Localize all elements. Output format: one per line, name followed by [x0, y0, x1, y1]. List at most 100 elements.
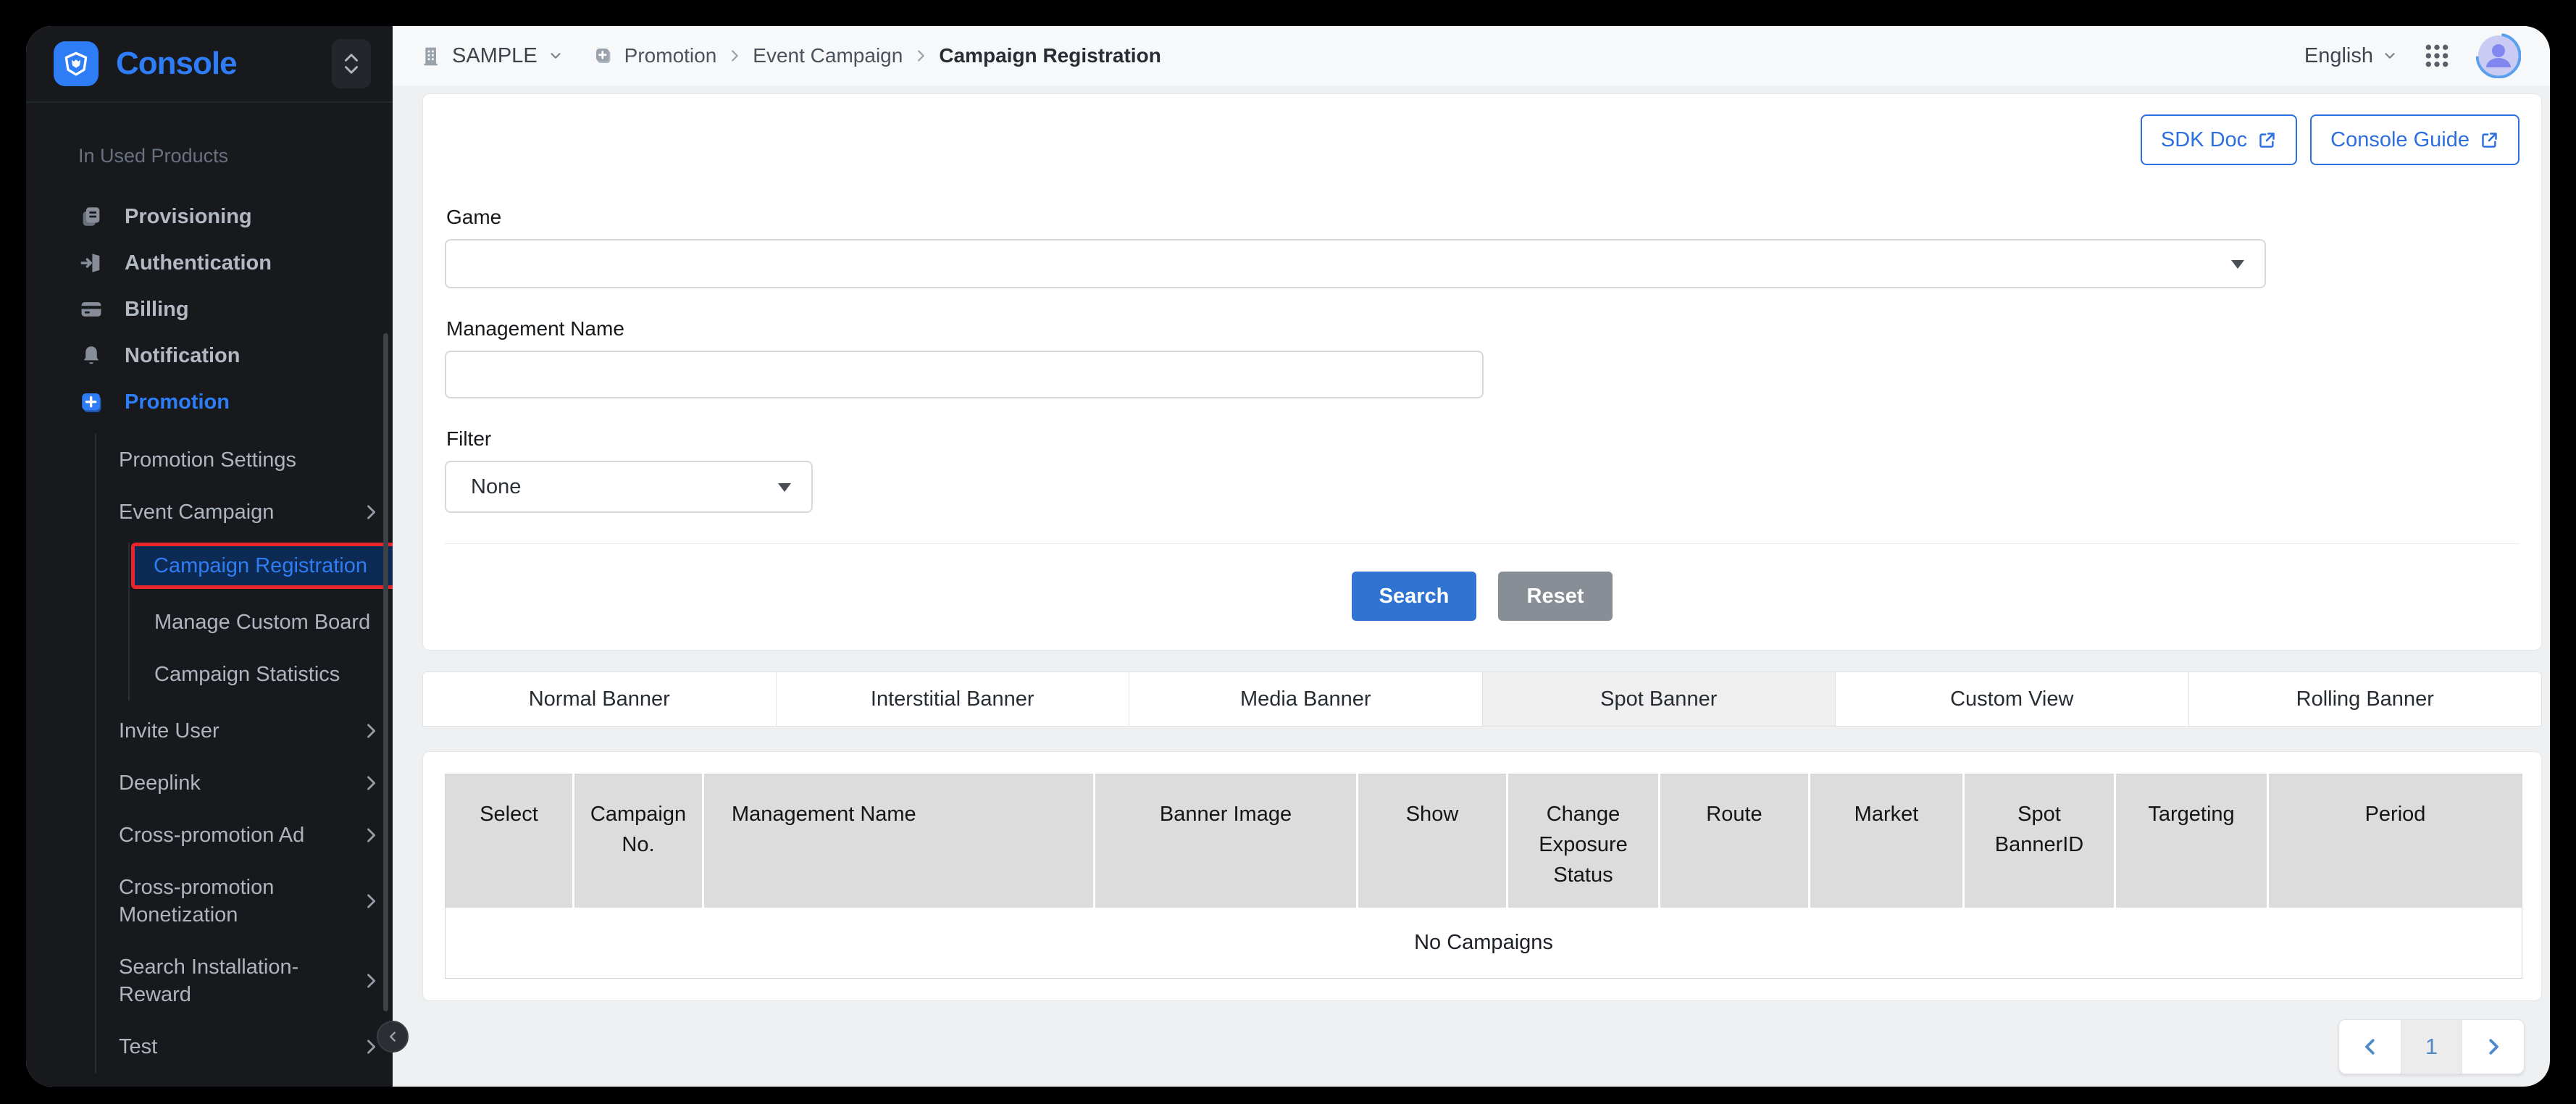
- search-panel: SDK Doc Console Guide Game Management Na…: [422, 93, 2542, 651]
- column-header: Banner Image: [1095, 774, 1358, 908]
- console-logo-icon: [54, 41, 99, 86]
- sidebar-item-label: Billing: [125, 298, 189, 322]
- language-selector[interactable]: English: [2304, 44, 2398, 68]
- filter-select[interactable]: None: [445, 461, 813, 513]
- sidebar-item-provisioning[interactable]: Provisioning: [26, 193, 393, 240]
- chevron-up-icon: [342, 51, 361, 64]
- sidebar-item-authentication[interactable]: Authentication: [26, 240, 393, 286]
- prev-page-button[interactable]: [2339, 1020, 2401, 1074]
- chevron-right-icon: [913, 48, 929, 64]
- doc-buttons-row: SDK Doc Console Guide: [445, 114, 2519, 165]
- column-header: Campaign No.: [574, 774, 703, 908]
- management-name-label: Management Name: [446, 317, 2519, 340]
- management-name-input[interactable]: [445, 351, 1484, 398]
- game-select[interactable]: [445, 239, 2266, 288]
- empty-row: No Campaigns: [446, 908, 2522, 979]
- chevron-right-icon: [361, 502, 381, 522]
- column-header: Market: [1810, 774, 1964, 908]
- sidebar-item-campaign-statistics[interactable]: Campaign Statistics: [154, 648, 393, 701]
- language-label: English: [2304, 44, 2373, 68]
- building-icon: [419, 44, 442, 67]
- chevron-down-icon: [2382, 48, 2398, 64]
- event-campaign-submenu: Campaign Registration Manage Custom Boar…: [128, 543, 393, 701]
- column-header: Change Exposure Status: [1507, 774, 1660, 908]
- sidebar-item-label: Provisioning: [125, 205, 252, 229]
- column-header: Targeting: [2115, 774, 2268, 908]
- sidebar-scrollbar[interactable]: [383, 333, 388, 1011]
- sidebar-toggle-button[interactable]: [377, 1021, 409, 1053]
- pagination-row: 1: [422, 1019, 2525, 1074]
- sidebar: Console In Used Products Provisioning Au…: [26, 26, 393, 1087]
- breadcrumb-item[interactable]: Event Campaign: [753, 44, 903, 67]
- workspace-selector[interactable]: SAMPLE: [419, 44, 564, 68]
- chevron-down-icon: [342, 64, 361, 77]
- sidebar-item-invite-user[interactable]: Invite User: [119, 705, 393, 757]
- chevron-down-icon: [548, 48, 564, 64]
- avatar[interactable]: [2476, 33, 2521, 78]
- sidebar-item-social[interactable]: Social: [26, 1084, 393, 1087]
- tab-custom-view[interactable]: Custom View: [1836, 672, 2189, 727]
- tab-rolling-banner[interactable]: Rolling Banner: [2189, 672, 2543, 727]
- dropdown-caret-icon: [2231, 260, 2244, 269]
- console-guide-button[interactable]: Console Guide: [2310, 114, 2519, 165]
- column-header: Select: [446, 774, 574, 908]
- page-number-current[interactable]: 1: [2401, 1020, 2462, 1074]
- column-header: Management Name: [703, 774, 1095, 908]
- sidebar-item-notification[interactable]: Notification: [26, 333, 393, 379]
- tab-spot-banner[interactable]: Spot Banner: [1483, 672, 1836, 727]
- empty-state-text: No Campaigns: [446, 908, 2522, 979]
- sidebar-item-billing[interactable]: Billing: [26, 286, 393, 333]
- campaign-table: Select Campaign No. Management Name Bann…: [445, 774, 2522, 979]
- pagination: 1: [2338, 1019, 2525, 1074]
- chevron-right-icon: [361, 971, 381, 991]
- sidebar-item-promotion[interactable]: Promotion: [26, 379, 393, 425]
- external-link-icon: [2480, 130, 2499, 150]
- chevron-right-icon: [361, 825, 381, 845]
- tab-media-banner[interactable]: Media Banner: [1129, 672, 1483, 727]
- console-logo-text: Console: [116, 46, 237, 82]
- workspace-name: SAMPLE: [452, 44, 538, 68]
- reset-button[interactable]: Reset: [1498, 572, 1613, 621]
- chevron-right-icon: [727, 48, 743, 64]
- sdk-doc-button[interactable]: SDK Doc: [2141, 114, 2297, 165]
- form-divider: [445, 543, 2519, 544]
- game-label: Game: [446, 206, 2519, 229]
- sidebar-item-promotion-settings[interactable]: Promotion Settings: [119, 434, 393, 486]
- topbar: SAMPLE Promotion Event Campaign Campaign…: [393, 26, 2550, 85]
- tab-normal-banner[interactable]: Normal Banner: [422, 672, 777, 727]
- form-actions-row: Search Reset: [445, 572, 2519, 621]
- sidebar-item-label: Notification: [125, 344, 241, 368]
- chevron-right-icon: [361, 721, 381, 741]
- credit-card-icon: [78, 296, 104, 322]
- tab-interstitial-banner[interactable]: Interstitial Banner: [777, 672, 1130, 727]
- search-button[interactable]: Search: [1352, 572, 1476, 621]
- app-window: Console In Used Products Provisioning Au…: [26, 26, 2550, 1087]
- next-page-button[interactable]: [2462, 1020, 2524, 1074]
- column-header: Spot BannerID: [1964, 774, 2115, 908]
- sidebar-item-cross-promotion-monetization[interactable]: Cross-promotion Monetization: [119, 861, 393, 941]
- chevron-right-icon: [2483, 1036, 2504, 1058]
- apps-grid-icon[interactable]: [2422, 41, 2451, 70]
- filter-select-value: None: [471, 475, 521, 499]
- breadcrumb-current: Campaign Registration: [939, 44, 1161, 67]
- filter-label: Filter: [446, 427, 2519, 451]
- chevron-left-icon: [2359, 1036, 2381, 1058]
- sidebar-item-event-campaign[interactable]: Event Campaign: [119, 486, 393, 538]
- promotion-submenu: Promotion Settings Event Campaign Campai…: [95, 434, 393, 1073]
- documents-icon: [78, 204, 104, 230]
- sidebar-item-search-installation-reward[interactable]: Search Installation-Reward: [119, 941, 393, 1021]
- column-header: Period: [2268, 774, 2522, 908]
- sidebar-item-test[interactable]: Test: [119, 1021, 393, 1073]
- sidebar-item-deeplink[interactable]: Deeplink: [119, 757, 393, 809]
- promotion-icon: [78, 389, 104, 415]
- main-area: SAMPLE Promotion Event Campaign Campaign…: [393, 26, 2550, 1087]
- sidebar-nav: In Used Products Provisioning Authentica…: [26, 101, 393, 1087]
- breadcrumb-item[interactable]: Promotion: [624, 44, 717, 67]
- sidebar-collapse-button[interactable]: [332, 39, 371, 88]
- sidebar-item-manage-custom-board[interactable]: Manage Custom Board: [154, 596, 393, 648]
- bell-icon: [78, 343, 104, 369]
- sidebar-item-campaign-registration annotation-highlight[interactable]: Campaign Registration: [131, 543, 393, 589]
- sidebar-item-cross-promotion-ad[interactable]: Cross-promotion Ad: [119, 809, 393, 861]
- content-area: SDK Doc Console Guide Game Management Na…: [393, 85, 2550, 1087]
- breadcrumb: Promotion Event Campaign Campaign Regist…: [593, 44, 1161, 67]
